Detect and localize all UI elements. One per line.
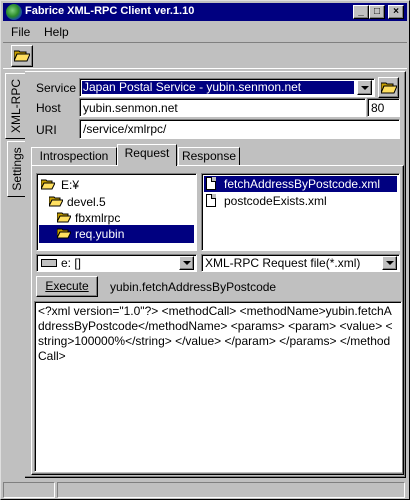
folder-label: E:¥ bbox=[61, 178, 80, 192]
file-item[interactable]: postcodeExists.xml bbox=[204, 193, 397, 209]
uri-value: /service/xmlrpc/ bbox=[83, 122, 167, 136]
open-button[interactable] bbox=[11, 45, 33, 67]
filter-dropdown-button[interactable] bbox=[382, 256, 397, 270]
request-body: <?xml version="1.0"?> <methodCall> <meth… bbox=[38, 304, 393, 363]
uri-label: URI bbox=[36, 123, 57, 137]
service-open-button[interactable] bbox=[378, 77, 399, 98]
document-icon bbox=[206, 177, 216, 190]
service-select[interactable]: Japan Postal Service - yubin.senmon.net bbox=[79, 78, 375, 97]
document-icon bbox=[206, 194, 216, 207]
current-method: yubin.fetchAddressByPostcode bbox=[110, 280, 277, 294]
folder-label: fbxmlrpc bbox=[75, 211, 121, 225]
folder-item-selected[interactable]: req.yubin bbox=[39, 225, 194, 243]
filter-value: XML-RPC Request file(*.xml) bbox=[205, 256, 361, 270]
drive-icon bbox=[41, 259, 57, 267]
tab-introspection[interactable]: Introspection bbox=[31, 147, 117, 166]
globe-icon bbox=[6, 4, 22, 20]
port-value: 80 bbox=[371, 101, 385, 115]
menu-help[interactable]: Help bbox=[44, 25, 69, 39]
tab-response[interactable]: Response bbox=[178, 147, 240, 166]
window-title: Fabrice XML-RPC Client ver.1.10 bbox=[25, 5, 195, 17]
file-item-selected[interactable]: fetchAddressByPostcode.xml bbox=[204, 176, 397, 192]
tab-settings[interactable]: Settings bbox=[7, 141, 25, 197]
title-bar[interactable]: Fabrice XML-RPC Client ver.1.10 _ □ × bbox=[3, 3, 407, 21]
folder-label: devel.5 bbox=[67, 195, 106, 209]
host-input[interactable]: yubin.senmon.net bbox=[79, 98, 366, 117]
status-pane bbox=[3, 482, 55, 498]
tab-request[interactable]: Request bbox=[117, 144, 177, 166]
folder-label: req.yubin bbox=[75, 227, 125, 241]
chevron-down-icon bbox=[386, 261, 394, 265]
folder-tree[interactable]: E:¥ devel.5 fbxmlrpc req.yubin bbox=[36, 173, 197, 251]
minimize-button[interactable]: _ bbox=[353, 5, 369, 19]
chevron-down-icon bbox=[183, 261, 191, 265]
menu-bar: File Help bbox=[3, 22, 407, 41]
folder-open-icon bbox=[57, 228, 71, 239]
folder-open-icon bbox=[14, 50, 30, 62]
service-dropdown-button[interactable] bbox=[357, 80, 372, 95]
drive-select[interactable]: e: [] bbox=[36, 254, 197, 272]
file-label: fetchAddressByPostcode.xml bbox=[224, 177, 381, 191]
folder-item[interactable]: E:¥ bbox=[39, 176, 189, 194]
file-label: postcodeExists.xml bbox=[224, 194, 327, 208]
folder-open-icon bbox=[381, 82, 397, 94]
filter-select[interactable]: XML-RPC Request file(*.xml) bbox=[201, 254, 400, 272]
toolbar bbox=[3, 42, 407, 69]
host-value: yubin.senmon.net bbox=[83, 101, 178, 115]
tab-xml-rpc-label: XML-RPC bbox=[8, 78, 23, 134]
request-editor[interactable]: <?xml version="1.0"?> <methodCall> <meth… bbox=[34, 301, 402, 472]
drive-value: e: [] bbox=[61, 256, 82, 270]
service-selected-highlight: Japan Postal Service - yubin.senmon.net bbox=[82, 80, 354, 94]
execute-label: Execute bbox=[45, 279, 89, 293]
app-window: Fabrice XML-RPC Client ver.1.10 _ □ × Fi… bbox=[0, 0, 410, 500]
status-pane bbox=[57, 482, 405, 498]
close-button[interactable]: × bbox=[388, 5, 404, 19]
folder-open-icon bbox=[49, 196, 63, 207]
tab-settings-label: Settings bbox=[9, 147, 24, 191]
drive-dropdown-button[interactable] bbox=[179, 256, 194, 270]
host-label: Host bbox=[36, 101, 61, 115]
execute-button[interactable]: Execute bbox=[36, 276, 98, 297]
uri-input[interactable]: /service/xmlrpc/ bbox=[79, 119, 400, 139]
service-label: Service bbox=[36, 81, 77, 95]
folder-open-icon bbox=[41, 179, 55, 190]
chevron-down-icon bbox=[361, 86, 369, 90]
menu-file[interactable]: File bbox=[11, 25, 30, 39]
folder-open-icon bbox=[57, 212, 71, 223]
maximize-button[interactable]: □ bbox=[369, 5, 385, 19]
service-value: Japan Postal Service - yubin.senmon.net bbox=[83, 80, 302, 94]
tab-xml-rpc[interactable]: XML-RPC bbox=[5, 73, 25, 139]
port-input[interactable]: 80 bbox=[367, 98, 400, 117]
file-list[interactable]: fetchAddressByPostcode.xml postcodeExist… bbox=[201, 173, 400, 251]
